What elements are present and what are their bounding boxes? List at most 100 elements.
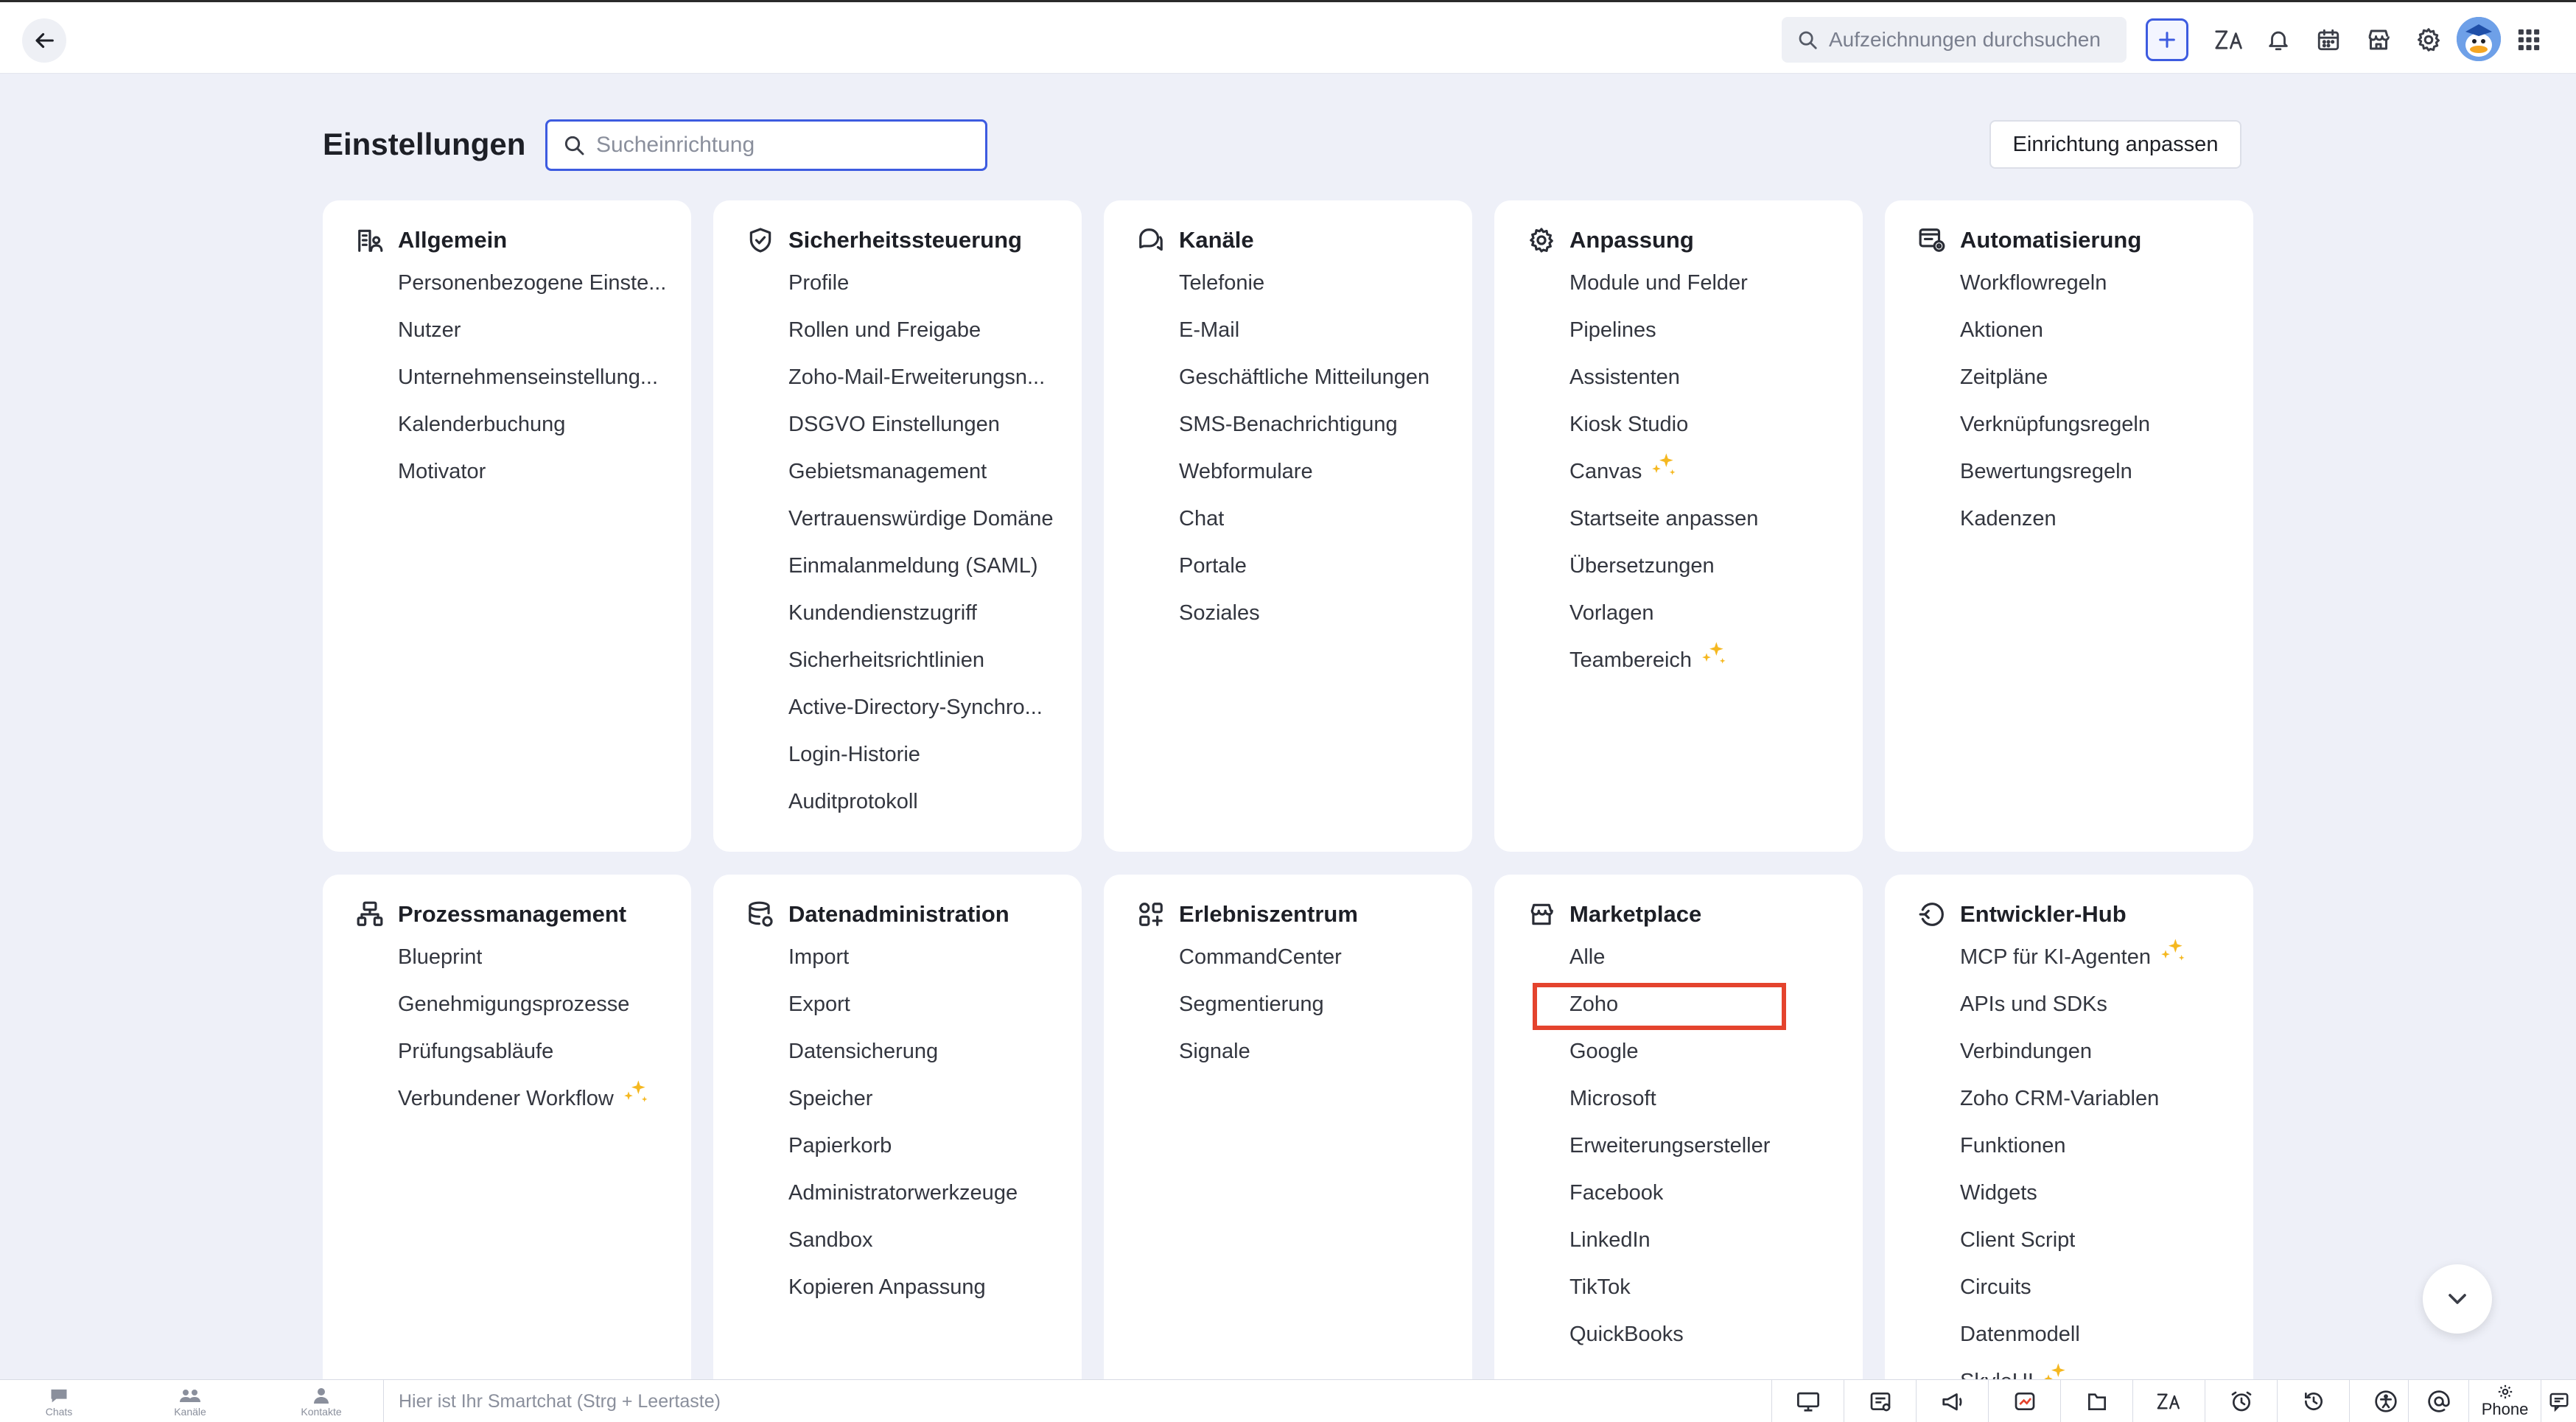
settings-link-module-und-felder[interactable]: Module und Felder	[1569, 271, 1758, 318]
settings-link-rollen-und-freigabe[interactable]: Rollen und Freigabe	[788, 318, 1053, 365]
settings-link-geschäftliche-mitteilungen[interactable]: Geschäftliche Mitteilungen	[1179, 365, 1429, 413]
settings-link-verknüpfungsregeln[interactable]: Verknüpfungsregeln	[1960, 413, 2150, 460]
bottom-tab-channels[interactable]: Kanäle	[146, 1383, 234, 1421]
settings-link-zoho-crm-variablen[interactable]: Zoho CRM-Variablen	[1960, 1087, 2188, 1134]
settings-link-microsoft[interactable]: Microsoft	[1569, 1087, 1770, 1134]
settings-link-active-directory-synchronisierung[interactable]: Active-Directory-Synchro...	[788, 696, 1053, 743]
settings-link-quickbooks[interactable]: QuickBooks	[1569, 1323, 1770, 1370]
customize-setup-button[interactable]: Einrichtung anpassen	[1989, 120, 2241, 169]
settings-link-facebook[interactable]: Facebook	[1569, 1181, 1770, 1228]
settings-link-aktionen[interactable]: Aktionen	[1960, 318, 2150, 365]
bottom-tab-contacts[interactable]: Kontakte	[277, 1383, 365, 1421]
avatar[interactable]	[2457, 17, 2501, 61]
settings-link-widgets[interactable]: Widgets	[1960, 1181, 2188, 1228]
settings-link-gebietsmanagement[interactable]: Gebietsmanagement	[788, 460, 1053, 507]
settings-link-google[interactable]: Google	[1569, 1040, 1770, 1087]
settings-link-portale[interactable]: Portale	[1179, 554, 1429, 601]
settings-link-einmalanmeldung-saml[interactable]: Einmalanmeldung (SAML)	[788, 554, 1053, 601]
create-new-button[interactable]	[2146, 18, 2188, 61]
tasks-button[interactable]	[2060, 1380, 2132, 1422]
settings-link-client-script[interactable]: Client Script	[1960, 1228, 2188, 1275]
settings-link-profile[interactable]: Profile	[788, 271, 1053, 318]
settings-link-blueprint[interactable]: Blueprint	[398, 945, 651, 992]
notifications-button[interactable]	[2259, 21, 2297, 59]
back-button[interactable]	[22, 18, 66, 63]
settings-link-erweiterungsersteller[interactable]: Erweiterungsersteller	[1569, 1134, 1770, 1181]
settings-link-dsgvo-einstellungen[interactable]: DSGVO Einstellungen	[788, 413, 1053, 460]
settings-link-circuits[interactable]: Circuits	[1960, 1275, 2188, 1323]
settings-link-segmentierung[interactable]: Segmentierung	[1179, 992, 1342, 1040]
zia-button[interactable]	[2132, 1380, 2205, 1422]
settings-link-genehmigungsprozesse[interactable]: Genehmigungsprozesse	[398, 992, 651, 1040]
settings-link-export[interactable]: Export	[788, 992, 1018, 1040]
settings-link-datenmodell[interactable]: Datenmodell	[1960, 1323, 2188, 1370]
settings-link-zoho-mail-erweiterungseinstellungen[interactable]: Zoho-Mail-Erweiterungsn...	[788, 365, 1053, 413]
history-button[interactable]	[2277, 1380, 2349, 1422]
settings-button[interactable]	[2409, 21, 2448, 59]
phone-button[interactable]: Phone	[2468, 1380, 2541, 1422]
settings-link-sms-benachrichtigung[interactable]: SMS-Benachrichtigung	[1179, 413, 1429, 460]
settings-link-unternehmenseinstellungen[interactable]: Unternehmenseinstellung...	[398, 365, 666, 413]
campaign-button[interactable]	[1916, 1380, 1988, 1422]
settings-link-übersetzungen[interactable]: Übersetzungen	[1569, 554, 1758, 601]
settings-link-prüfungsabläufe[interactable]: Prüfungsabläufe	[398, 1040, 651, 1087]
settings-link-apis-und-sdks[interactable]: APIs und SDKs	[1960, 992, 2188, 1040]
setup-search[interactable]	[545, 119, 987, 171]
remote-assist-button[interactable]	[1771, 1380, 1844, 1422]
settings-link-papierkorb[interactable]: Papierkorb	[788, 1134, 1018, 1181]
settings-link-nutzer[interactable]: Nutzer	[398, 318, 666, 365]
settings-link-datensicherung[interactable]: Datensicherung	[788, 1040, 1018, 1087]
settings-link-kadenzen[interactable]: Kadenzen	[1960, 507, 2150, 554]
scroll-down-button[interactable]	[2423, 1264, 2492, 1334]
settings-link-mcp-für-ki-agenten[interactable]: MCP für KI-Agenten	[1960, 939, 2188, 992]
settings-link-kopieren-anpassung[interactable]: Kopieren Anpassung	[788, 1275, 1018, 1323]
settings-link-login-historie[interactable]: Login-Historie	[788, 743, 1053, 790]
settings-link-verbundener-workflow[interactable]: Verbundener Workflow	[398, 1080, 651, 1134]
settings-link-signale[interactable]: Signale	[1179, 1040, 1342, 1087]
smartchat-bar[interactable]	[383, 1380, 1768, 1422]
settings-link-vorlagen[interactable]: Vorlagen	[1569, 601, 1758, 648]
settings-link-kalenderbuchung[interactable]: Kalenderbuchung	[398, 413, 666, 460]
notes-button[interactable]	[1844, 1380, 1916, 1422]
reminders-button[interactable]	[2205, 1380, 2277, 1422]
settings-link-administratorwerkzeuge[interactable]: Administratorwerkzeuge	[788, 1181, 1018, 1228]
settings-link-bewertungsregeln[interactable]: Bewertungsregeln	[1960, 460, 2150, 507]
settings-link-alle[interactable]: Alle	[1569, 945, 1770, 992]
apps-grid-button[interactable]	[2510, 21, 2548, 59]
settings-link-startseite-anpassen[interactable]: Startseite anpassen	[1569, 507, 1758, 554]
settings-link-teambereich[interactable]: Teambereich	[1569, 642, 1758, 696]
analytics-button[interactable]	[1988, 1380, 2060, 1422]
smartchat-input[interactable]	[399, 1390, 1725, 1412]
settings-link-auditprotokoll[interactable]: Auditprotokoll	[788, 790, 1053, 837]
settings-link-workflowregeln[interactable]: Workflowregeln	[1960, 271, 2150, 318]
settings-link-chat[interactable]: Chat	[1179, 507, 1429, 554]
settings-link-tiktok[interactable]: TikTok	[1569, 1275, 1770, 1323]
translate-button[interactable]	[2211, 21, 2249, 59]
settings-link-linkedin[interactable]: LinkedIn	[1569, 1228, 1770, 1275]
settings-link-vertrauenswürdige-domäne[interactable]: Vertrauenswürdige Domäne	[788, 507, 1053, 554]
mentions-button[interactable]	[2408, 1380, 2468, 1422]
settings-link-funktionen[interactable]: Funktionen	[1960, 1134, 2188, 1181]
settings-link-personenbezogene-einstellungen[interactable]: Personenbezogene Einste...	[398, 271, 666, 318]
settings-link-e-mail[interactable]: E-Mail	[1179, 318, 1429, 365]
settings-link-zeitpläne[interactable]: Zeitpläne	[1960, 365, 2150, 413]
settings-link-soziales[interactable]: Soziales	[1179, 601, 1429, 648]
settings-link-telefonie[interactable]: Telefonie	[1179, 271, 1429, 318]
marketplace-button[interactable]	[2359, 21, 2398, 59]
settings-link-import[interactable]: Import	[788, 945, 1018, 992]
record-search-input[interactable]	[1829, 28, 2124, 52]
setup-search-input[interactable]	[596, 133, 979, 158]
settings-link-canvas[interactable]: Canvas	[1569, 453, 1758, 507]
settings-link-commandcenter[interactable]: CommandCenter	[1179, 945, 1342, 992]
settings-link-motivator[interactable]: Motivator	[398, 460, 666, 507]
settings-link-verbindungen[interactable]: Verbindungen	[1960, 1040, 2188, 1087]
settings-link-webformulare[interactable]: Webformulare	[1179, 460, 1429, 507]
record-search[interactable]	[1782, 17, 2127, 63]
settings-link-zoho[interactable]: Zoho	[1569, 992, 1770, 1040]
bottom-tab-chats[interactable]: Chats	[15, 1383, 103, 1421]
settings-link-sandbox[interactable]: Sandbox	[788, 1228, 1018, 1275]
settings-link-pipelines[interactable]: Pipelines	[1569, 318, 1758, 365]
settings-link-speicher[interactable]: Speicher	[788, 1087, 1018, 1134]
settings-link-sicherheitsrichtlinien[interactable]: Sicherheitsrichtlinien	[788, 648, 1053, 696]
settings-link-assistenten[interactable]: Assistenten	[1569, 365, 1758, 413]
